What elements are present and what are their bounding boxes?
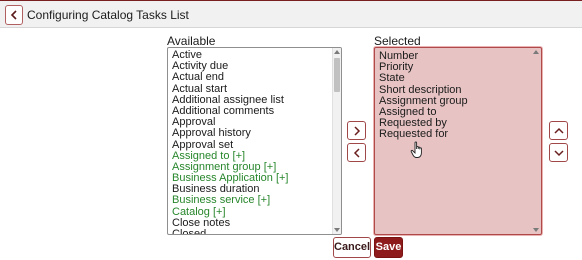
move-down-button[interactable] bbox=[549, 143, 568, 162]
scroll-down-arrow-icon[interactable] bbox=[533, 228, 539, 232]
selected-list-item[interactable]: Requested for bbox=[375, 129, 531, 140]
scroll-thumb[interactable] bbox=[334, 58, 340, 92]
chevron-right-icon bbox=[354, 126, 361, 136]
available-list[interactable]: Active Activity due Actual end Actual start… bbox=[167, 47, 342, 235]
hand-cursor-icon bbox=[410, 141, 422, 158]
header-bar: Configuring Catalog Tasks List bbox=[0, 0, 582, 28]
page-title: Configuring Catalog Tasks List bbox=[27, 8, 189, 22]
cancel-button[interactable]: Cancel bbox=[333, 237, 371, 258]
selected-scrollbar[interactable] bbox=[532, 48, 541, 234]
scroll-up-arrow-icon[interactable] bbox=[533, 50, 539, 54]
save-button[interactable]: Save bbox=[374, 237, 403, 258]
available-list-item[interactable]: Actual end bbox=[168, 72, 331, 83]
selected-label: Selected bbox=[374, 34, 421, 48]
chevron-up-icon bbox=[554, 127, 564, 134]
available-list-item[interactable]: Approval set bbox=[168, 139, 331, 151]
add-to-selected-button[interactable] bbox=[347, 121, 366, 140]
available-list-item[interactable]: Business service [+] bbox=[168, 195, 331, 206]
chevron-down-icon bbox=[554, 150, 564, 157]
move-up-button[interactable] bbox=[549, 121, 568, 140]
available-list-item[interactable]: Approval history bbox=[168, 128, 331, 139]
chevron-left-icon bbox=[10, 10, 17, 20]
back-button[interactable] bbox=[5, 5, 23, 25]
chevron-left-icon bbox=[353, 148, 360, 158]
selected-list-item[interactable]: State bbox=[375, 73, 531, 84]
available-list-item[interactable]: Closed bbox=[168, 228, 331, 234]
selected-list[interactable]: Number Priority State Short description Assi… bbox=[374, 47, 542, 235]
available-label: Available bbox=[167, 34, 216, 48]
available-scrollbar[interactable] bbox=[332, 48, 341, 234]
scroll-down-arrow-icon[interactable] bbox=[334, 228, 340, 232]
remove-from-selected-button[interactable] bbox=[347, 143, 366, 162]
scroll-up-arrow-icon[interactable] bbox=[334, 50, 340, 54]
